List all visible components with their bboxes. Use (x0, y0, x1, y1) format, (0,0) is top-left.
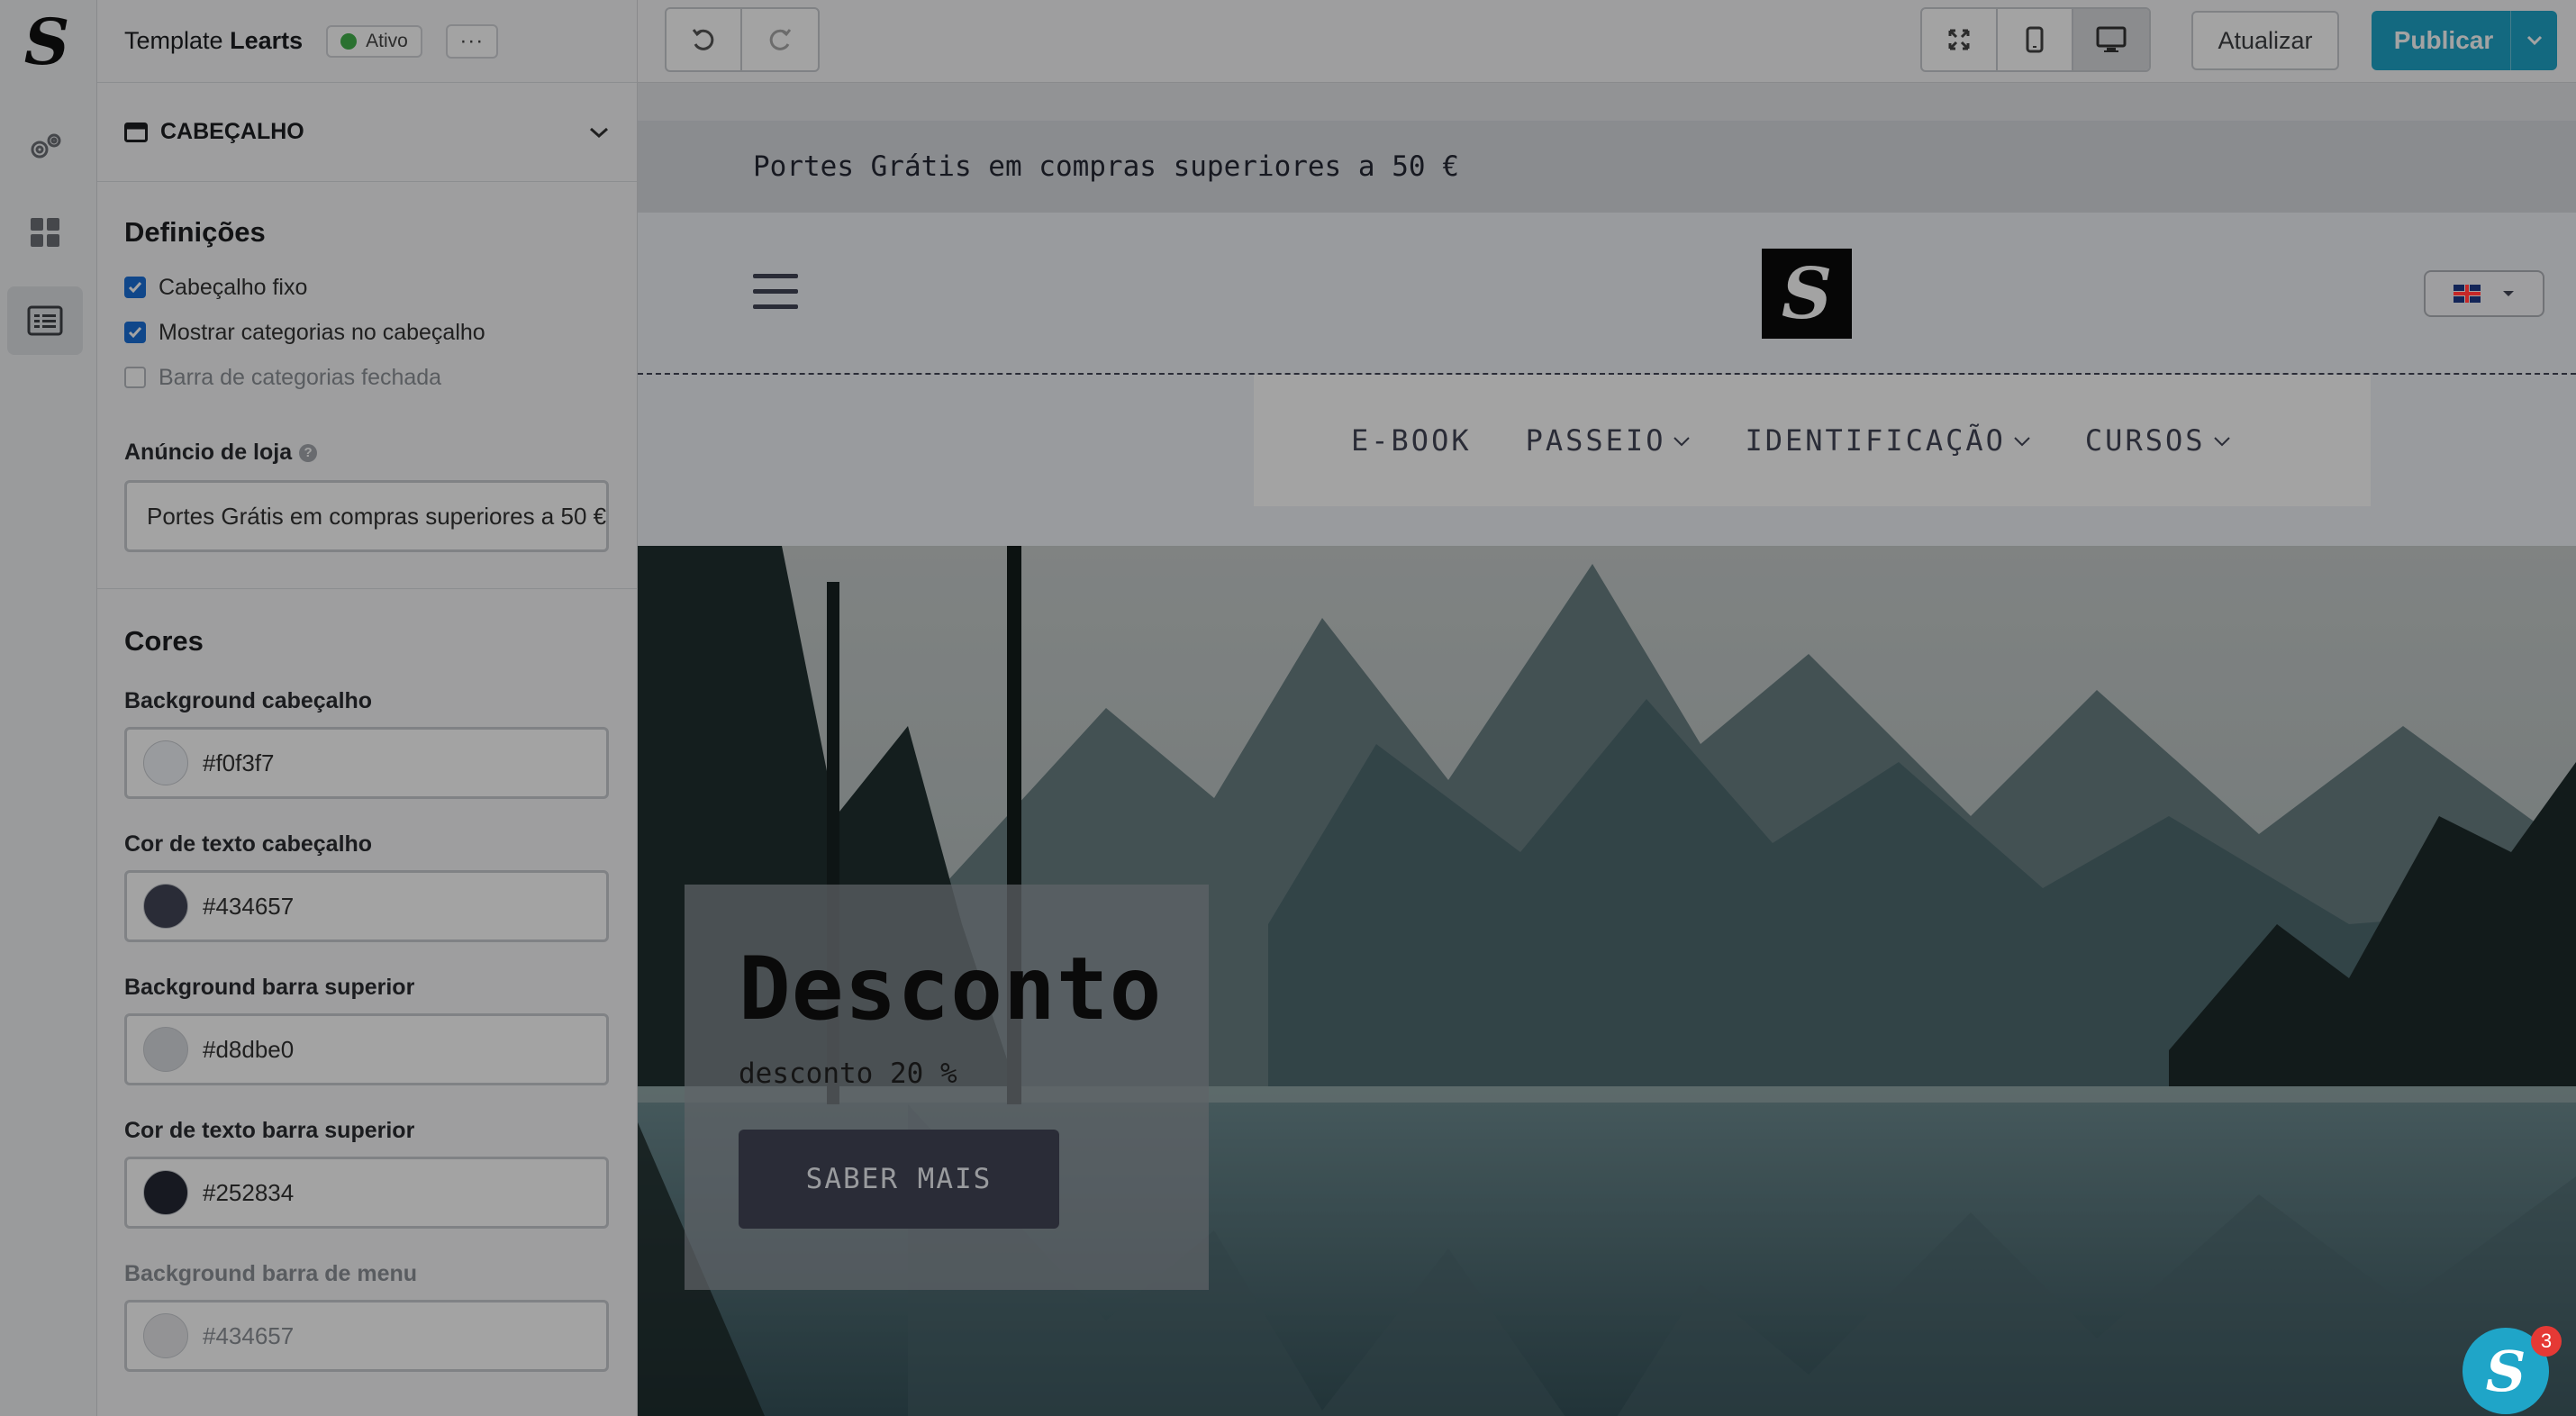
color-input-topbar-text[interactable]: #252834 (124, 1157, 609, 1229)
language-selector[interactable] (2424, 270, 2544, 317)
learn-more-button[interactable]: SABER MAIS (739, 1130, 1059, 1229)
caret-down-icon (2503, 291, 2514, 296)
color-field-label: Cor de texto barra superior (124, 1118, 415, 1143)
color-field-label: Background barra de menu (124, 1261, 418, 1286)
chevron-down-icon (1673, 437, 1691, 447)
chevron-down-icon (2014, 437, 2030, 447)
option-categories-closed[interactable]: Barra de categorias fechada (124, 355, 610, 400)
color-input-header-text[interactable]: #434657 (124, 870, 609, 942)
chevron-down-icon (590, 127, 608, 138)
announcement-label: Anúncio de loja? (124, 440, 610, 466)
color-field-label: Cor de texto cabeçalho (124, 831, 373, 857)
publish-options-caret-icon[interactable] (2510, 11, 2557, 70)
checkbox-checked[interactable] (124, 322, 146, 343)
category-menu: E-BOOK PASSEIO IDENTIFICAÇÃO CURSOS (1254, 375, 2371, 506)
menu-item-identificacao[interactable]: IDENTIFICAÇÃO (1745, 423, 2030, 458)
layout-sections-icon[interactable] (7, 286, 83, 355)
site-canvas: Portes Grátis em compras superiores a 50… (638, 121, 2576, 1416)
promo-subtitle: desconto 20 % (739, 1057, 957, 1090)
history-buttons (665, 7, 820, 72)
chat-unread-badge: 3 (2531, 1326, 2562, 1357)
fullscreen-icon[interactable] (1922, 9, 1998, 70)
color-swatch[interactable] (143, 740, 188, 785)
section-title: CABEÇALHO (160, 119, 304, 144)
settings-panel: Template Learts Ativo ··· CABEÇALHO Defi… (97, 0, 638, 1416)
menu-item-ebook[interactable]: E-BOOK (1351, 423, 1472, 458)
cores-heading: Cores (124, 625, 204, 657)
editor-toolbar: Atualizar Publicar (638, 0, 2576, 83)
color-input-header-bg[interactable]: #f0f3f7 (124, 727, 609, 799)
view-mode-buttons (1920, 7, 2151, 72)
color-swatch[interactable] (143, 1313, 188, 1358)
option-fixed-header[interactable]: Cabeçalho fixo (124, 265, 610, 310)
checkbox-unchecked[interactable] (124, 367, 146, 388)
app-logo[interactable]: S (13, 5, 81, 79)
more-options-button[interactable]: ··· (445, 23, 498, 59)
site-header: S (638, 213, 2576, 375)
announcement-bar: Portes Grátis em compras superiores a 50… (638, 121, 2576, 213)
desktop-icon[interactable] (2073, 9, 2149, 70)
site-preview: Portes Grátis em compras superiores a 50… (638, 83, 2576, 1416)
settings-gears-icon[interactable] (7, 113, 83, 182)
menu-row: E-BOOK PASSEIO IDENTIFICAÇÃO CURSOS (638, 375, 2576, 510)
template-header: Template Learts Ativo ··· (97, 0, 637, 83)
menu-item-passeio[interactable]: PASSEIO (1526, 423, 1692, 458)
icon-rail: S (0, 0, 97, 1416)
section-selector[interactable]: CABEÇALHO (97, 83, 637, 182)
promo-card: Desconto desconto 20 % SABER MAIS (685, 885, 1209, 1290)
option-show-categories[interactable]: Mostrar categorias no cabeçalho (124, 310, 610, 355)
color-input-topbar-bg[interactable]: #d8dbe0 (124, 1013, 609, 1085)
color-field-label: Background cabeçalho (124, 688, 373, 713)
menu-item-cursos[interactable]: CURSOS (2085, 423, 2231, 458)
status-dot (340, 32, 358, 50)
template-title: Template Learts (124, 27, 304, 54)
mobile-icon[interactable] (1998, 9, 2073, 70)
window-icon (124, 122, 148, 142)
help-icon[interactable]: ? (299, 443, 318, 462)
chevron-down-icon (2213, 437, 2230, 447)
redo-icon[interactable] (742, 9, 818, 70)
grid-blocks-icon[interactable] (7, 198, 83, 267)
hero-banner: Desconto desconto 20 % SABER MAIS (638, 546, 2576, 1416)
color-swatch[interactable] (143, 884, 188, 929)
undo-icon[interactable] (667, 9, 742, 70)
announcement-input[interactable]: Portes Grátis em compras superiores a 50… (124, 480, 609, 552)
site-logo[interactable]: S (1762, 249, 1852, 339)
checkbox-checked[interactable] (124, 277, 146, 298)
uk-flag-icon (2454, 285, 2481, 303)
color-swatch[interactable] (143, 1170, 188, 1215)
color-field-label: Background barra superior (124, 975, 415, 1000)
publish-button[interactable]: Publicar (2372, 11, 2557, 70)
hamburger-menu-icon[interactable] (753, 274, 798, 320)
status-badge[interactable]: Ativo (326, 24, 422, 58)
promo-title: Desconto (739, 939, 1163, 1039)
update-button[interactable]: Atualizar (2191, 11, 2339, 70)
definicoes-heading: Definições (124, 216, 266, 248)
color-swatch[interactable] (143, 1027, 188, 1072)
color-input-menubar-bg[interactable]: #434657 (124, 1300, 609, 1372)
